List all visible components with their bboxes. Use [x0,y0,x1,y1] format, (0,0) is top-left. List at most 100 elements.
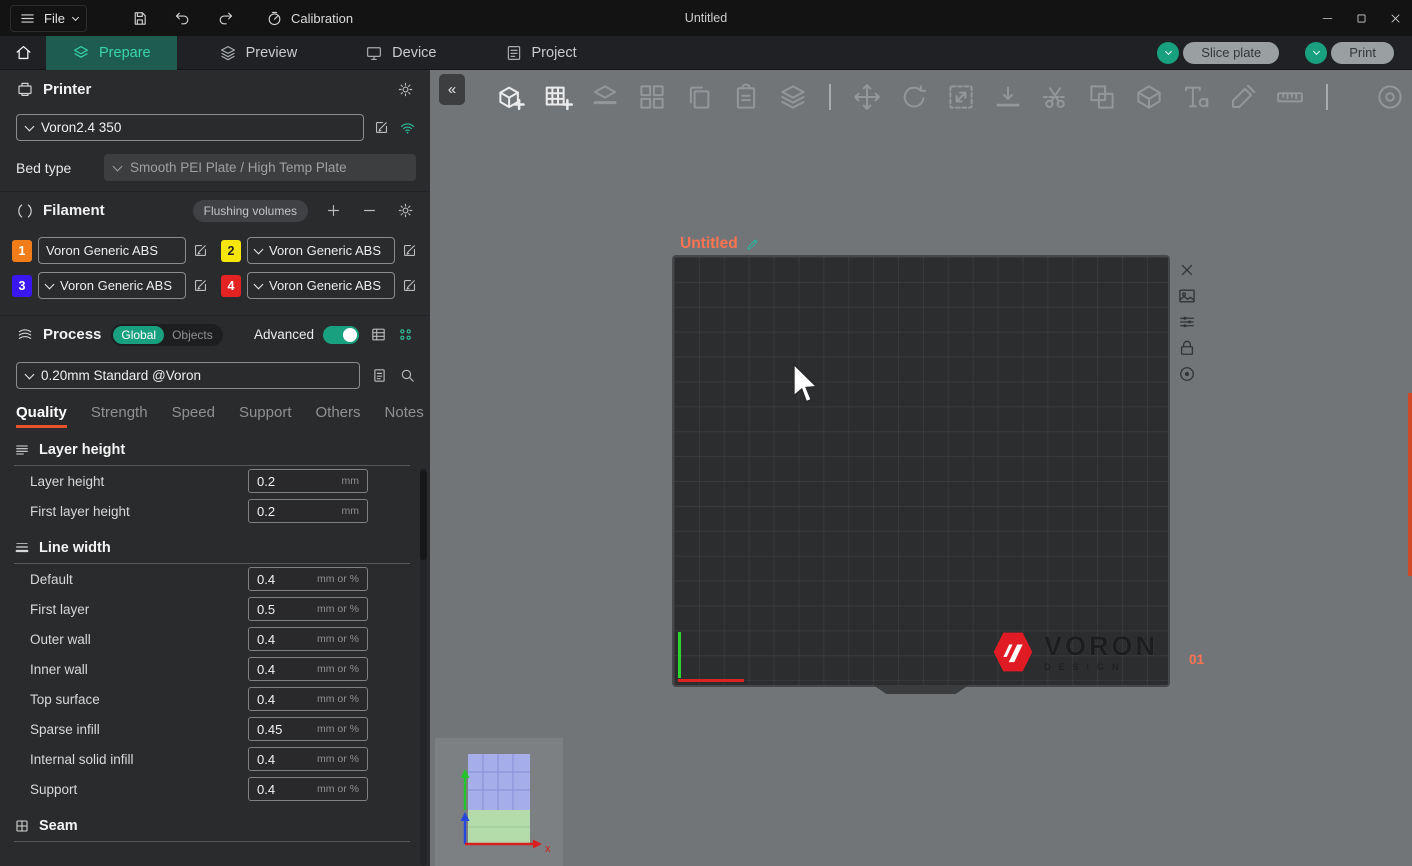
filament-2-color-chip[interactable]: 2 [221,240,241,262]
tab-preview[interactable]: Preview [193,36,324,70]
filament-2-select[interactable]: Voron Generic ABS [247,237,395,264]
build-plate[interactable]: Untitled 01 VORON DESIGN [672,255,1170,687]
chevron-down-icon [72,13,79,20]
viewport-3d[interactable]: « Untitled 01 VORON DESIGN [430,70,1412,866]
input-default[interactable]: 0.4mm or % [248,567,368,591]
print-options-button[interactable] [1305,42,1327,64]
bed-type-value: Smooth PEI Plate / High Temp Plate [130,160,347,175]
cut-icon[interactable] [1040,82,1070,112]
object-preview-thumbnail: x [435,738,563,866]
mesh-boolean-icon[interactable] [1087,82,1117,112]
edit-printer-icon[interactable] [373,119,390,136]
rotate-icon[interactable] [899,82,929,112]
process-tab-others[interactable]: Others [316,404,361,428]
add-text-icon[interactable] [1181,82,1211,112]
undo-icon[interactable] [174,10,191,27]
edit-filament-4-icon[interactable] [401,277,418,294]
plate-settings-icon[interactable] [1177,312,1197,332]
edit-filament-3-icon[interactable] [192,277,209,294]
process-tab-speed[interactable]: Speed [172,404,215,428]
add-plate-icon[interactable] [543,82,573,112]
filament-settings-gear-icon[interactable] [397,202,414,219]
add-object-icon[interactable] [496,82,526,112]
input-internal-solid-infill[interactable]: 0.4mm or % [248,747,368,771]
setting-unit: mm or % [317,663,359,675]
setting-row-outer-wall: Outer wall0.4mm or % [0,624,430,654]
paint-icon[interactable] [1228,82,1258,112]
arrange-icon[interactable] [637,82,667,112]
filament-4-select[interactable]: Voron Generic ABS [247,272,395,299]
advanced-toggle[interactable] [323,326,359,344]
setting-value: 0.4 [257,572,275,587]
plate-name[interactable]: Untitled [680,235,760,253]
process-tab-notes[interactable]: Notes [385,404,424,428]
printer-settings-gear-icon[interactable] [397,81,414,98]
filament-3-color-chip[interactable]: 3 [12,275,32,297]
input-top-surface[interactable]: 0.4mm or % [248,687,368,711]
search-icon[interactable] [399,367,416,384]
remove-filament-icon[interactable] [361,202,378,219]
slice-options-button[interactable] [1157,42,1179,64]
process-preset-name: 0.20mm Standard @Voron [41,368,201,383]
input-layer-height[interactable]: 0.2mm [248,469,368,493]
auto-orient-icon[interactable] [590,82,620,112]
plate-marker-icon[interactable] [1177,364,1197,384]
delete-plate-icon[interactable] [1177,260,1197,280]
bed-type-select[interactable]: Smooth PEI Plate / High Temp Plate [104,154,416,181]
input-inner-wall[interactable]: 0.4mm or % [248,657,368,681]
paste-icon[interactable] [731,82,761,112]
rename-plate-icon[interactable] [745,237,760,252]
process-preset-select[interactable]: 0.20mm Standard @Voron [16,362,360,389]
lock-plate-icon[interactable] [1177,338,1197,358]
filament-1-select[interactable]: Voron Generic ABS [38,237,186,264]
tab-prepare[interactable]: Prepare [46,36,177,70]
process-scope-toggle[interactable]: GlobalObjects [111,324,222,346]
scale-icon[interactable] [946,82,976,112]
sidebar-scrollbar-thumb[interactable] [420,470,427,560]
edit-filament-2-icon[interactable] [401,242,418,259]
lay-on-face-icon[interactable] [993,82,1023,112]
slice-plate-button[interactable]: Slice plate [1157,42,1279,64]
scope-objects[interactable]: Objects [164,326,221,344]
filament-1-color-chip[interactable]: 1 [12,240,32,262]
printer-connection-icon[interactable] [399,119,416,136]
save-icon[interactable] [131,10,148,27]
edit-filament-1-icon[interactable] [192,242,209,259]
file-menu[interactable]: File [10,5,87,32]
plate-image-icon[interactable] [1177,286,1197,306]
input-outer-wall[interactable]: 0.4mm or % [248,627,368,651]
filament-4-color-chip[interactable]: 4 [221,275,241,297]
process-tab-support[interactable]: Support [239,404,292,428]
input-support[interactable]: 0.4mm or % [248,777,368,801]
compare-presets-icon[interactable] [371,367,388,384]
print-button[interactable]: Print [1305,42,1394,64]
process-tab-strength[interactable]: Strength [91,404,148,428]
printer-select[interactable]: Voron2.4 350 [16,114,364,141]
calibration-button[interactable]: Calibration [266,10,353,27]
move-icon[interactable] [852,82,882,112]
measure-icon[interactable] [1275,82,1305,112]
copy-icon[interactable] [684,82,714,112]
process-tab-quality[interactable]: Quality [16,404,67,428]
tab-device[interactable]: Device [339,36,462,70]
primitive-icon[interactable] [1134,82,1164,112]
home-button[interactable] [0,36,46,70]
input-first-layer[interactable]: 0.5mm or % [248,597,368,621]
input-first-layer-height[interactable]: 0.2mm [248,499,368,523]
add-filament-icon[interactable] [325,202,342,219]
tab-project[interactable]: Project [479,36,603,70]
collapse-sidebar-button[interactable]: « [439,74,465,105]
redo-icon[interactable] [217,10,234,27]
scope-global[interactable]: Global [113,326,164,344]
printer-row: Voron2.4 350 [16,114,416,141]
variable-layer-height-icon[interactable] [778,82,808,112]
objects-parameters-icon[interactable] [397,326,414,343]
input-sparse-infill[interactable]: 0.45mm or % [248,717,368,741]
assembly-view-icon[interactable] [1375,82,1405,112]
minimize-button[interactable] [1310,0,1344,36]
maximize-button[interactable] [1344,0,1378,36]
close-button[interactable] [1378,0,1412,36]
filament-3-select[interactable]: Voron Generic ABS [38,272,186,299]
flushing-volumes-button[interactable]: Flushing volumes [193,200,308,222]
parameter-table-icon[interactable] [370,326,387,343]
